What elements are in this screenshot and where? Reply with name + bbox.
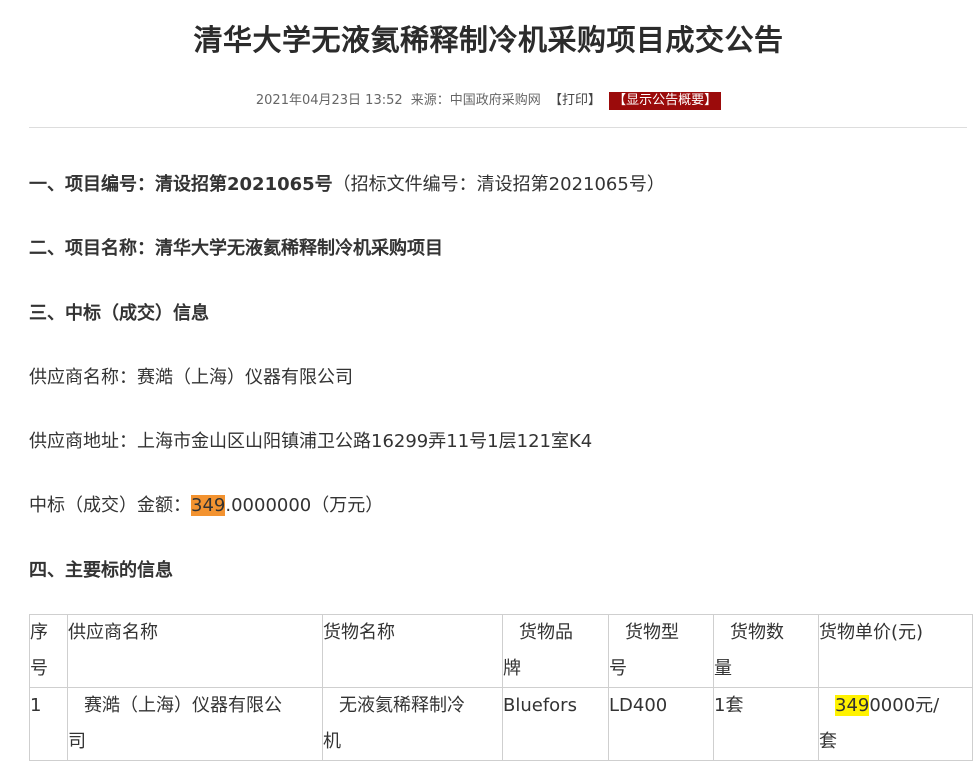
header-brand: 货物品牌 xyxy=(502,614,609,688)
supplier-name-label: 供应商名称： xyxy=(29,367,137,388)
award-amount-line: 中标（成交）金额：349.0000000（万元） xyxy=(29,491,383,517)
cell-no: 1 xyxy=(29,687,68,761)
announcement-page: 清华大学无液氦稀释制冷机采购项目成交公告 2021年04月23日 13:52 来… xyxy=(0,0,977,769)
header-model: 货物型号 xyxy=(608,614,714,688)
meta-bar: 2021年04月23日 13:52 来源：中国政府采购网 【打印】 【显示公告概… xyxy=(0,89,977,110)
award-info-heading: 三、中标（成交）信息 xyxy=(29,303,209,324)
cell-goods-name: 无液氦稀释制冷机 xyxy=(322,687,503,761)
divider xyxy=(29,127,967,128)
main-items-heading: 四、主要标的信息 xyxy=(29,560,173,581)
header-goods-name: 货物名称 xyxy=(322,614,503,688)
supplier-address-line: 供应商地址：上海市金山区山阳镇浦卫公路16299弄11号1层121室K4 xyxy=(29,427,592,453)
project-number: 清设招第2021065号 xyxy=(155,174,333,195)
cell-supplier: 赛澔（上海）仪器有限公司 xyxy=(67,687,323,761)
show-summary-button[interactable]: 【显示公告概要】 xyxy=(609,92,722,110)
print-link[interactable]: 【打印】 xyxy=(549,93,601,108)
project-name-label: 二、项目名称： xyxy=(29,238,155,259)
tender-doc-number: （招标文件编号：清设招第2021065号） xyxy=(332,174,665,195)
unit-price-highlight: 349 xyxy=(835,695,870,716)
header-supplier: 供应商名称 xyxy=(67,614,323,688)
page-title: 清华大学无液氦稀释制冷机采购项目成交公告 xyxy=(193,23,784,57)
project-number-label: 一、项目编号： xyxy=(29,174,155,195)
award-amount-rest: .0000000（万元） xyxy=(225,495,384,516)
publish-datetime: 2021年04月23日 13:52 xyxy=(255,93,403,108)
cell-quantity: 1套 xyxy=(713,687,819,761)
supplier-name-line: 供应商名称：赛澔（上海）仪器有限公司 xyxy=(29,363,353,389)
source-label: 来源： xyxy=(410,93,450,108)
award-amount-highlight: 349 xyxy=(191,495,226,516)
supplier-name: 赛澔（上海）仪器有限公司 xyxy=(137,367,353,388)
cell-unit-price: 3490000元/套 xyxy=(818,687,973,761)
award-amount-label: 中标（成交）金额： xyxy=(29,495,191,516)
cell-model: LD400 xyxy=(608,687,714,761)
cell-brand: Bluefors xyxy=(502,687,609,761)
items-table: 序号 供应商名称 货物名称 货物品牌 货物型号 货物数量 货物单价(元) 1 赛… xyxy=(29,614,973,761)
project-name-line: 二、项目名称：清华大学无液氦稀释制冷机采购项目 xyxy=(29,234,443,260)
table-header-row: 序号 供应商名称 货物名称 货物品牌 货物型号 货物数量 货物单价(元) xyxy=(29,614,973,688)
project-number-line: 一、项目编号：清设招第2021065号（招标文件编号：清设招第2021065号） xyxy=(29,170,665,196)
header-unit-price: 货物单价(元) xyxy=(818,614,973,688)
supplier-address-label: 供应商地址： xyxy=(29,431,137,452)
project-name: 清华大学无液氦稀释制冷机采购项目 xyxy=(155,238,443,259)
header-quantity: 货物数量 xyxy=(713,614,819,688)
header-no: 序号 xyxy=(29,614,68,688)
table-row: 1 赛澔（上海）仪器有限公司 无液氦稀释制冷机 Bluefors LD400 1… xyxy=(29,687,973,761)
source-name: 中国政府采购网 xyxy=(449,93,541,108)
supplier-address: 上海市金山区山阳镇浦卫公路16299弄11号1层121室K4 xyxy=(137,431,593,452)
